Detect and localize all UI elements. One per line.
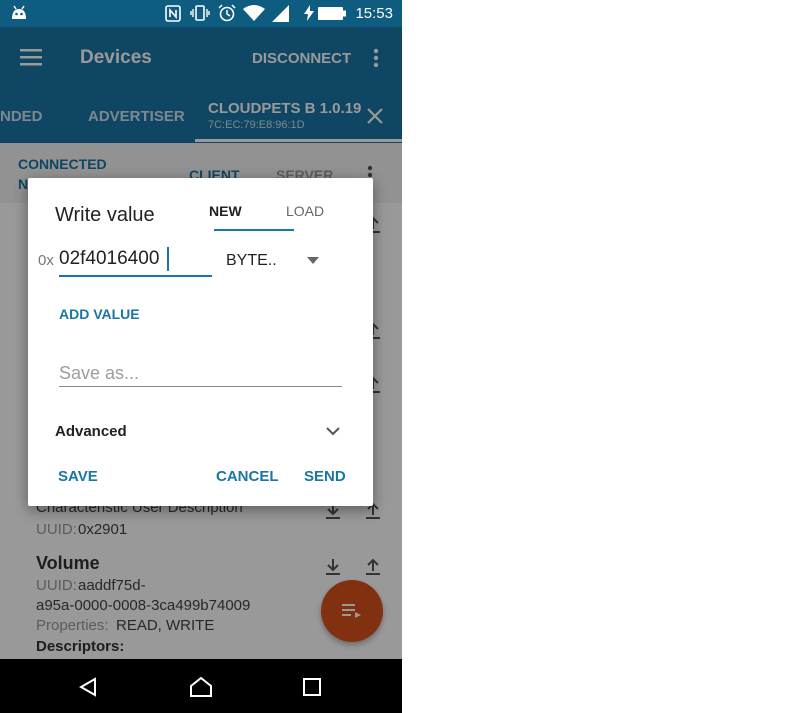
clock: 15:53 bbox=[355, 5, 393, 22]
battery-icon bbox=[318, 7, 346, 20]
phone-screen: 15:53 Devices DISCONNECT NDED ADVERTISER… bbox=[0, 0, 402, 713]
save-as-input[interactable]: Save as... bbox=[59, 363, 139, 384]
signal-icon bbox=[272, 5, 289, 22]
chevron-down-icon[interactable] bbox=[326, 427, 340, 436]
text-cursor bbox=[167, 247, 169, 271]
home-icon[interactable] bbox=[189, 676, 213, 698]
advanced-toggle[interactable]: Advanced bbox=[55, 423, 127, 440]
tab-new[interactable]: NEW bbox=[209, 203, 242, 219]
send-button[interactable]: SEND bbox=[304, 468, 346, 485]
write-value-dialog: Write value NEW LOAD 0x 02f4016400 BYTE.… bbox=[28, 178, 373, 506]
hex-input-underline bbox=[59, 275, 212, 277]
save-as-underline bbox=[59, 386, 342, 387]
add-value-button[interactable]: ADD VALUE bbox=[59, 306, 140, 322]
recents-icon[interactable] bbox=[303, 678, 321, 696]
save-button[interactable]: SAVE bbox=[58, 468, 98, 485]
tab-load[interactable]: LOAD bbox=[286, 203, 324, 219]
navigation-bar bbox=[0, 659, 402, 713]
cancel-button[interactable]: CANCEL bbox=[216, 468, 279, 485]
alarm-icon bbox=[218, 4, 236, 22]
dropdown-arrow-icon[interactable] bbox=[307, 257, 319, 264]
charging-icon bbox=[304, 5, 314, 21]
android-debug-icon bbox=[12, 5, 26, 19]
hex-value-input[interactable]: 02f4016400 bbox=[59, 248, 159, 270]
vibrate-icon bbox=[190, 5, 210, 21]
value-type-select[interactable]: BYTE.. bbox=[226, 252, 277, 270]
dialog-title: Write value bbox=[55, 204, 155, 226]
hex-prefix: 0x bbox=[38, 252, 54, 269]
back-icon[interactable] bbox=[79, 677, 97, 697]
status-bar: 15:53 bbox=[0, 0, 402, 27]
dialog-tab-indicator bbox=[214, 229, 294, 231]
wifi-icon bbox=[243, 5, 265, 21]
nfc-icon bbox=[165, 5, 181, 22]
